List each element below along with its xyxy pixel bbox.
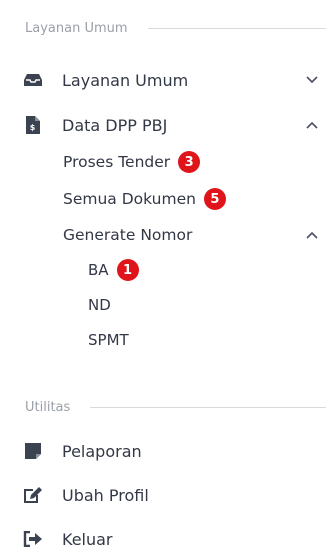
menu-item-data-dpp-pbj[interactable]: $ Data DPP PBJ	[22, 108, 320, 142]
submenu-item-semua-dokumen[interactable]: Semua Dokumen 5	[63, 184, 320, 214]
submenu-item-label: Generate Nomor	[63, 226, 193, 244]
chevron-up-icon[interactable]	[304, 227, 320, 243]
submenu-item-spmt[interactable]: SPMT	[88, 325, 129, 355]
menu-item-layanan-umum[interactable]: Layanan Umum	[22, 63, 320, 97]
submenu-item-ba[interactable]: BA 1	[88, 255, 139, 285]
submenu-item-label: ND	[88, 296, 111, 314]
count-badge: 1	[116, 259, 139, 281]
file-invoice-icon: $	[22, 114, 44, 136]
menu-item-label: Ubah Profil	[62, 485, 149, 505]
submenu-item-proses-tender[interactable]: Proses Tender 3	[63, 147, 320, 177]
chevron-down-icon[interactable]	[304, 72, 320, 88]
sidebar-menu: Layanan Umum Layanan Umum $ Data DPP PBJ	[0, 0, 326, 557]
inbox-icon	[22, 69, 44, 91]
menu-item-pelaporan[interactable]: Pelaporan	[22, 434, 320, 468]
section-header-utilitas: Utilitas	[25, 397, 326, 417]
menu-item-label: Layanan Umum	[62, 70, 189, 90]
sticky-note-icon	[22, 440, 44, 462]
menu-item-label: Data DPP PBJ	[62, 115, 168, 135]
submenu-item-label: BA	[88, 261, 109, 279]
section-header-layanan-umum: Layanan Umum	[25, 18, 326, 38]
submenu-item-label: SPMT	[88, 331, 129, 349]
edit-icon	[22, 484, 44, 506]
submenu-item-generate-nomor[interactable]: Generate Nomor	[63, 220, 320, 250]
count-badge: 3	[178, 151, 201, 173]
section-label: Layanan Umum	[25, 20, 128, 36]
count-badge: 5	[203, 188, 226, 210]
submenu-item-label: Proses Tender	[63, 153, 171, 171]
section-label: Utilitas	[25, 399, 71, 415]
section-divider	[90, 406, 326, 408]
submenu-item-label: Semua Dokumen	[63, 190, 196, 208]
submenu-item-nd[interactable]: ND	[88, 290, 111, 320]
menu-item-ubah-profil[interactable]: Ubah Profil	[22, 478, 320, 512]
menu-item-keluar[interactable]: Keluar	[22, 522, 320, 556]
menu-item-label: Pelaporan	[62, 441, 142, 461]
chevron-up-icon[interactable]	[304, 117, 320, 133]
menu-item-label: Keluar	[62, 529, 113, 549]
svg-text:$: $	[30, 123, 36, 132]
section-divider	[147, 27, 326, 29]
sign-out-icon	[22, 528, 44, 550]
